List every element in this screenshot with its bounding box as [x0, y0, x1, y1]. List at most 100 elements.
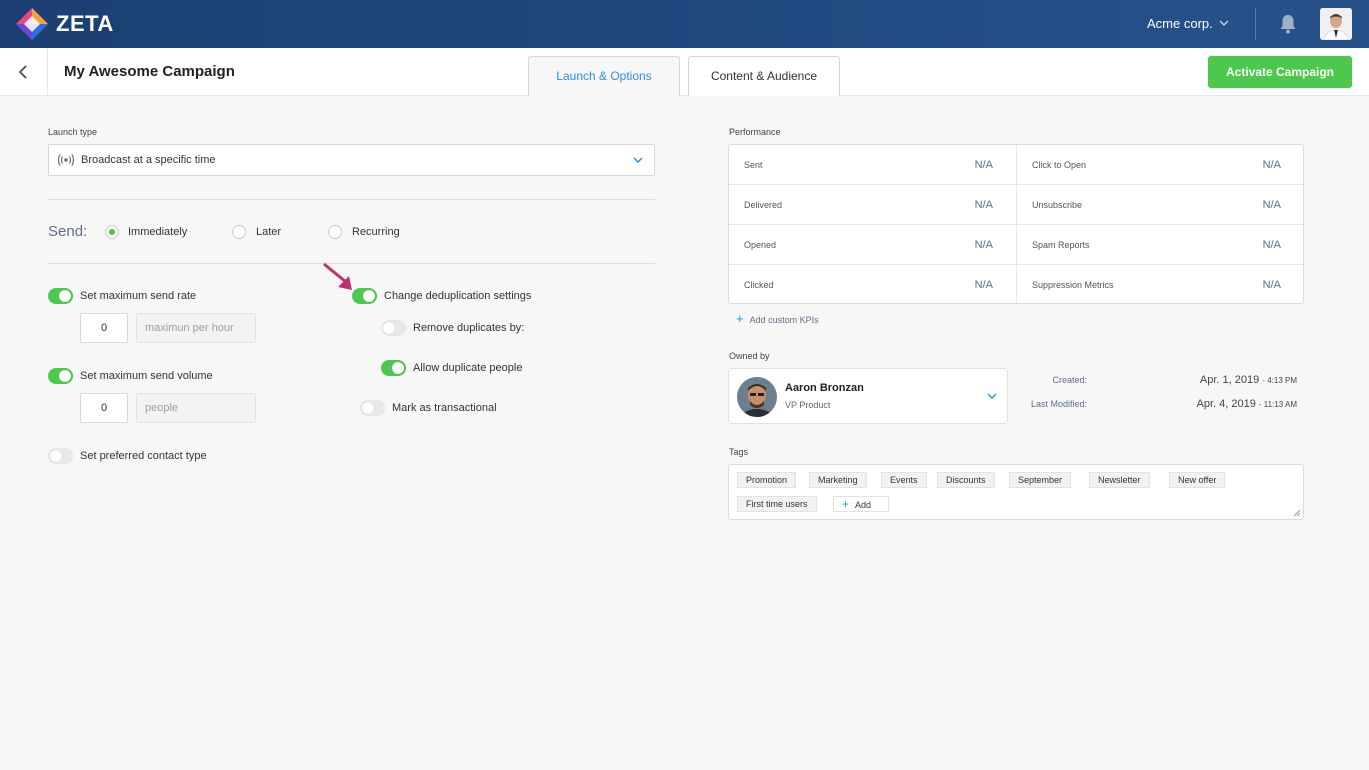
metric-label: Delivered [744, 200, 783, 210]
tag-chip[interactable]: Discounts [937, 472, 995, 488]
metric-value: N/A [1262, 159, 1281, 171]
divider [1255, 8, 1256, 40]
page-title: My Awesome Campaign [64, 63, 235, 80]
max-send-rate-toggle[interactable] [48, 288, 73, 304]
metric-label: Suppression Metrics [1032, 280, 1114, 290]
plus-icon: + [736, 311, 744, 326]
modified-date: Apr. 4, 2019 [1196, 398, 1256, 410]
pointer-arrow-icon [323, 262, 352, 290]
max-send-volume-toggle[interactable] [48, 368, 73, 384]
radio-later[interactable] [232, 225, 246, 239]
perf-metric-click-to-open: Click to Open N/A [1017, 145, 1305, 185]
max-send-rate-label: Set maximum send rate [80, 290, 197, 302]
max-send-volume-label: Set maximum send volume [80, 370, 213, 382]
tag-chip[interactable]: Promotion [737, 472, 797, 488]
metric-value: N/A [1262, 239, 1281, 251]
created-label: Created: [1052, 375, 1087, 385]
launch-type-select[interactable]: Broadcast at a specific time [48, 144, 655, 176]
remove-duplicates-toggle[interactable] [381, 320, 406, 336]
preferred-contact-toggle[interactable] [48, 448, 73, 464]
metric-label: Opened [744, 240, 777, 250]
add-custom-kpis-link[interactable]: + Add custom KPIs [736, 311, 819, 326]
performance-label: Performance [729, 127, 781, 137]
perf-metric-delivered: Delivered N/A [729, 185, 1017, 225]
allow-duplicates-toggle[interactable] [381, 360, 406, 376]
metric-label: Unsubscribe [1032, 200, 1083, 210]
metric-value: N/A [974, 279, 993, 291]
top-navigation-bar: ZETA Acme corp. [0, 0, 1369, 48]
perf-metric-sent: Sent N/A [729, 145, 1017, 185]
add-tag-label: Add [855, 500, 872, 510]
radio-recurring-label: Recurring [352, 226, 400, 238]
transactional-label: Mark as transactional [392, 402, 497, 414]
add-kpi-label: Add custom KPIs [749, 315, 819, 325]
launch-type-value: Broadcast at a specific time [81, 154, 216, 166]
user-avatar-icon[interactable] [1320, 8, 1352, 40]
tag-chip[interactable]: Marketing [809, 472, 867, 488]
radio-immediately-label: Immediately [128, 226, 188, 238]
tags-field[interactable]: Promotion Marketing Events Discounts Sep… [728, 464, 1304, 520]
org-switcher[interactable]: Acme corp. [1147, 16, 1213, 31]
created-value: Apr. 1, 2019 - 4:13 PM [1137, 374, 1297, 386]
divider [1016, 145, 1017, 303]
allow-duplicates-label: Allow duplicate people [413, 362, 523, 374]
dedup-toggle[interactable] [352, 288, 377, 304]
chevron-down-icon [987, 393, 997, 400]
radio-immediately[interactable] [105, 225, 119, 239]
transactional-toggle[interactable] [360, 400, 385, 416]
radio-later-label: Later [256, 226, 282, 238]
metric-value: N/A [974, 199, 993, 211]
tag-chip[interactable]: Events [881, 472, 927, 488]
modified-value: Apr. 4, 2019 - 11:13 AM [1137, 398, 1297, 410]
chevron-down-icon [633, 157, 643, 164]
plus-icon: + [842, 497, 850, 511]
metric-label: Sent [744, 160, 763, 170]
tab-launch-options[interactable]: Launch & Options [528, 56, 680, 96]
back-button[interactable] [0, 48, 48, 96]
metric-value: N/A [1262, 199, 1281, 211]
max-send-rate-input[interactable]: 0 [80, 313, 128, 343]
resize-handle-icon[interactable] [1293, 509, 1301, 517]
metric-value: N/A [974, 239, 993, 251]
owner-role: VP Product [785, 400, 831, 410]
add-tag-button[interactable]: + Add [833, 496, 889, 512]
owned-by-label: Owned by [729, 351, 770, 361]
divider [48, 199, 655, 200]
radio-recurring[interactable] [328, 225, 342, 239]
avatar [737, 377, 777, 417]
tag-chip[interactable]: New offer [1169, 472, 1226, 488]
metric-label: Click to Open [1032, 160, 1087, 170]
activate-campaign-button[interactable]: Activate Campaign [1208, 56, 1352, 88]
brand-name: ZETA [56, 11, 114, 36]
remove-duplicates-label: Remove duplicates by: [413, 322, 525, 334]
created-date: Apr. 1, 2019 [1199, 374, 1260, 386]
perf-metric-suppression: Suppression Metrics N/A [1017, 265, 1305, 305]
modified-time: - 11:13 AM [1258, 400, 1297, 409]
metric-value: N/A [974, 159, 993, 171]
metric-label: Spam Reports [1032, 240, 1090, 250]
campaign-header: My Awesome Campaign Launch & Options Con… [0, 48, 1369, 96]
tag-chip[interactable]: Newsletter [1089, 472, 1150, 488]
perf-metric-opened: Opened N/A [729, 225, 1017, 265]
back-arrow-icon [18, 65, 27, 79]
owner-select[interactable]: Aaron Bronzan VP Product [728, 368, 1008, 424]
tag-chip[interactable]: First time users [737, 496, 817, 512]
max-send-volume-unit: people [136, 393, 256, 423]
perf-metric-unsubscribe: Unsubscribe N/A [1017, 185, 1305, 225]
zeta-logo-icon[interactable] [16, 8, 48, 40]
perf-metric-spam-reports: Spam Reports N/A [1017, 225, 1305, 265]
bell-icon[interactable] [1279, 14, 1297, 34]
tab-content-audience[interactable]: Content & Audience [688, 56, 840, 96]
metric-value: N/A [1262, 279, 1281, 291]
tags-label: Tags [729, 447, 749, 457]
max-send-rate-unit: maximun per hour [136, 313, 256, 343]
launch-type-label: Launch type [48, 127, 98, 137]
metric-label: Clicked [744, 280, 774, 290]
chevron-down-icon[interactable] [1218, 17, 1230, 29]
send-label: Send: [48, 223, 88, 240]
tag-chip[interactable]: September [1009, 472, 1072, 488]
preferred-contact-label: Set preferred contact type [80, 450, 207, 462]
created-time: - 4:13 PM [1262, 376, 1297, 385]
perf-metric-clicked: Clicked N/A [729, 265, 1017, 305]
max-send-volume-input[interactable]: 0 [80, 393, 128, 423]
